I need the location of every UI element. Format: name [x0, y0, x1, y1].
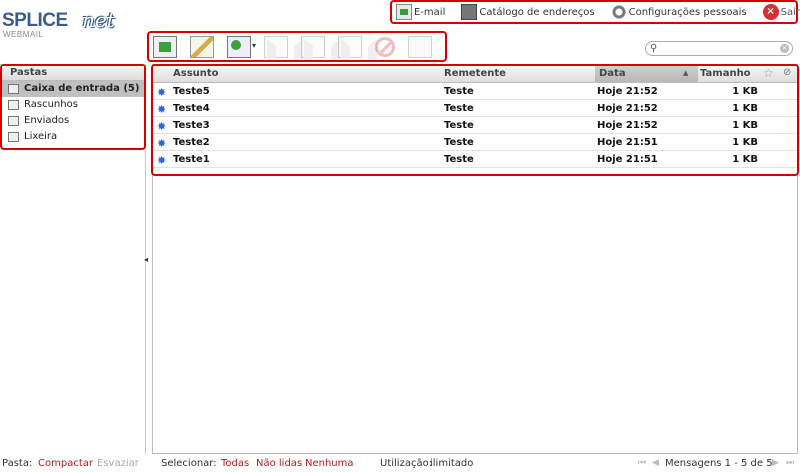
- message-date: Hoje 21:52: [597, 86, 658, 97]
- nav-address-book-label: Catálogo de endereços: [479, 6, 595, 18]
- usage-value: ilimitado: [430, 458, 474, 469]
- nav-logout[interactable]: × Sair: [762, 4, 800, 20]
- message-subject: Teste2: [173, 137, 210, 148]
- message-sender: Teste: [444, 154, 474, 165]
- message-subject: Teste4: [173, 103, 210, 114]
- mail-toolbar: [147, 31, 447, 62]
- message-date: Hoje 21:51: [597, 154, 658, 165]
- message-row[interactable]: ✸ Teste4 Teste Hoje 21:52 1 KB: [153, 100, 797, 117]
- message-sender: Teste: [444, 137, 474, 148]
- nav-logout-label: Sair: [780, 6, 800, 18]
- empty-folder-link[interactable]: Esvaziar: [97, 458, 139, 469]
- compose-icon[interactable]: [190, 35, 214, 58]
- nav-settings-label: Configurações pessoais: [628, 6, 747, 18]
- compact-link[interactable]: Compactar: [38, 458, 93, 469]
- message-subject: Teste3: [173, 120, 210, 131]
- nav-email-label: E-mail: [414, 6, 446, 18]
- flag-column-icon[interactable]: ☆: [763, 66, 774, 80]
- message-sender: Teste: [444, 86, 474, 97]
- message-subject: Teste5: [173, 86, 210, 97]
- folder-list-header: Pastas: [2, 66, 144, 81]
- gear-icon: [610, 4, 627, 20]
- message-date: Hoje 21:51: [597, 137, 658, 148]
- email-icon: [396, 4, 412, 20]
- select-unread-link[interactable]: Não lidas: [256, 458, 302, 469]
- nav-address-book[interactable]: Catálogo de endereços: [461, 4, 595, 20]
- message-list: Assunto Remetente Data ▲ Tamanho ☆ ⊘ ✸ T…: [151, 64, 799, 176]
- last-page-icon[interactable]: ⏭: [786, 458, 794, 468]
- folder-trash[interactable]: Lixeira: [2, 129, 144, 145]
- message-row[interactable]: ✸ Teste3 Teste Hoje 21:52 1 KB: [153, 117, 797, 134]
- first-page-icon[interactable]: ⏮: [638, 458, 646, 468]
- footer-folder-label: Pasta:: [2, 458, 33, 469]
- search-icon[interactable]: ⚲: [650, 43, 657, 54]
- message-list-header: Assunto Remetente Data ▲ Tamanho ☆ ⊘: [153, 66, 797, 83]
- folder-sent[interactable]: Enviados: [2, 113, 144, 129]
- inbox-icon: [8, 84, 19, 94]
- mark-read-icon[interactable]: [227, 35, 256, 58]
- logo: SPLICE net WEBMAIL: [2, 8, 142, 42]
- sort-ascending-icon: ▲: [683, 69, 689, 77]
- message-sender: Teste: [444, 120, 474, 131]
- status-footer: Pasta: Compactar Esvaziar Selecionar: To…: [0, 455, 800, 472]
- forward-icon[interactable]: [338, 35, 377, 60]
- message-sender: Teste: [444, 103, 474, 114]
- pagination-text: Mensagens 1 - 5 de 5: [665, 458, 773, 469]
- sent-icon: [8, 116, 19, 126]
- nav-email[interactable]: E-mail: [396, 4, 445, 20]
- message-row[interactable]: ✸ Teste2 Teste Hoje 21:51 1 KB: [153, 134, 797, 151]
- column-sender[interactable]: Remetente: [444, 68, 506, 79]
- folder-label: Lixeira: [24, 131, 58, 142]
- message-size: 1 KB: [732, 103, 758, 114]
- unread-icon: ✸: [157, 137, 167, 150]
- column-subject[interactable]: Assunto: [173, 68, 219, 79]
- unread-icon: ✸: [157, 120, 167, 133]
- logout-icon: ×: [762, 4, 779, 20]
- message-date: Hoje 21:52: [597, 120, 658, 131]
- clear-search-icon[interactable]: ×: [780, 44, 789, 53]
- folder-list: Pastas Caixa de entrada (5) Rascunhos En…: [0, 64, 146, 150]
- nav-settings[interactable]: Configurações pessoais: [610, 4, 747, 20]
- top-navigation: E-mail Catálogo de endereços Configuraçõ…: [390, 0, 800, 24]
- message-size: 1 KB: [732, 120, 758, 131]
- search-box: ⚲ ×: [645, 41, 793, 56]
- folder-inbox[interactable]: Caixa de entrada (5): [2, 81, 144, 97]
- logo-main-text: SPLICE: [2, 10, 68, 31]
- logo-subtitle: WEBMAIL: [3, 30, 44, 39]
- folder-label: Rascunhos: [24, 99, 78, 110]
- check-mail-icon[interactable]: [153, 35, 177, 58]
- message-date: Hoje 21:52: [597, 103, 658, 114]
- message-subject: Teste1: [173, 154, 210, 165]
- select-none-link[interactable]: Nenhuma: [305, 458, 354, 469]
- prev-page-icon[interactable]: ◀: [652, 458, 659, 468]
- footer-select-label: Selecionar:: [161, 458, 217, 469]
- unread-icon: ✸: [157, 86, 167, 99]
- reply-icon[interactable]: [264, 35, 303, 60]
- search-input[interactable]: [664, 43, 772, 54]
- column-size[interactable]: Tamanho: [700, 68, 751, 79]
- delete-icon[interactable]: [375, 36, 395, 57]
- drafts-icon: [8, 100, 19, 110]
- message-size: 1 KB: [732, 154, 758, 165]
- logo-script-text: net: [82, 8, 115, 32]
- message-size: 1 KB: [732, 137, 758, 148]
- print-icon[interactable]: [408, 35, 432, 58]
- select-all-link[interactable]: Todas: [221, 458, 249, 469]
- splitter-handle-icon[interactable]: ◂: [144, 255, 148, 264]
- trash-icon: [8, 132, 19, 142]
- message-row[interactable]: ✸ Teste5 Teste Hoje 21:52 1 KB: [153, 83, 797, 100]
- unread-icon: ✸: [157, 154, 167, 167]
- usage-label: Utilização:: [380, 458, 433, 469]
- attachment-column-icon[interactable]: ⊘: [783, 67, 791, 78]
- unread-icon: ✸: [157, 103, 167, 116]
- reply-all-icon[interactable]: [301, 35, 340, 60]
- address-book-icon: [461, 4, 478, 20]
- next-page-icon[interactable]: ▶: [772, 458, 779, 468]
- message-size: 1 KB: [732, 86, 758, 97]
- message-row[interactable]: ✸ Teste1 Teste Hoje 21:51 1 KB: [153, 151, 797, 168]
- folder-label: Caixa de entrada (5): [24, 83, 140, 94]
- folder-drafts[interactable]: Rascunhos: [2, 97, 144, 113]
- folder-label: Enviados: [24, 115, 70, 126]
